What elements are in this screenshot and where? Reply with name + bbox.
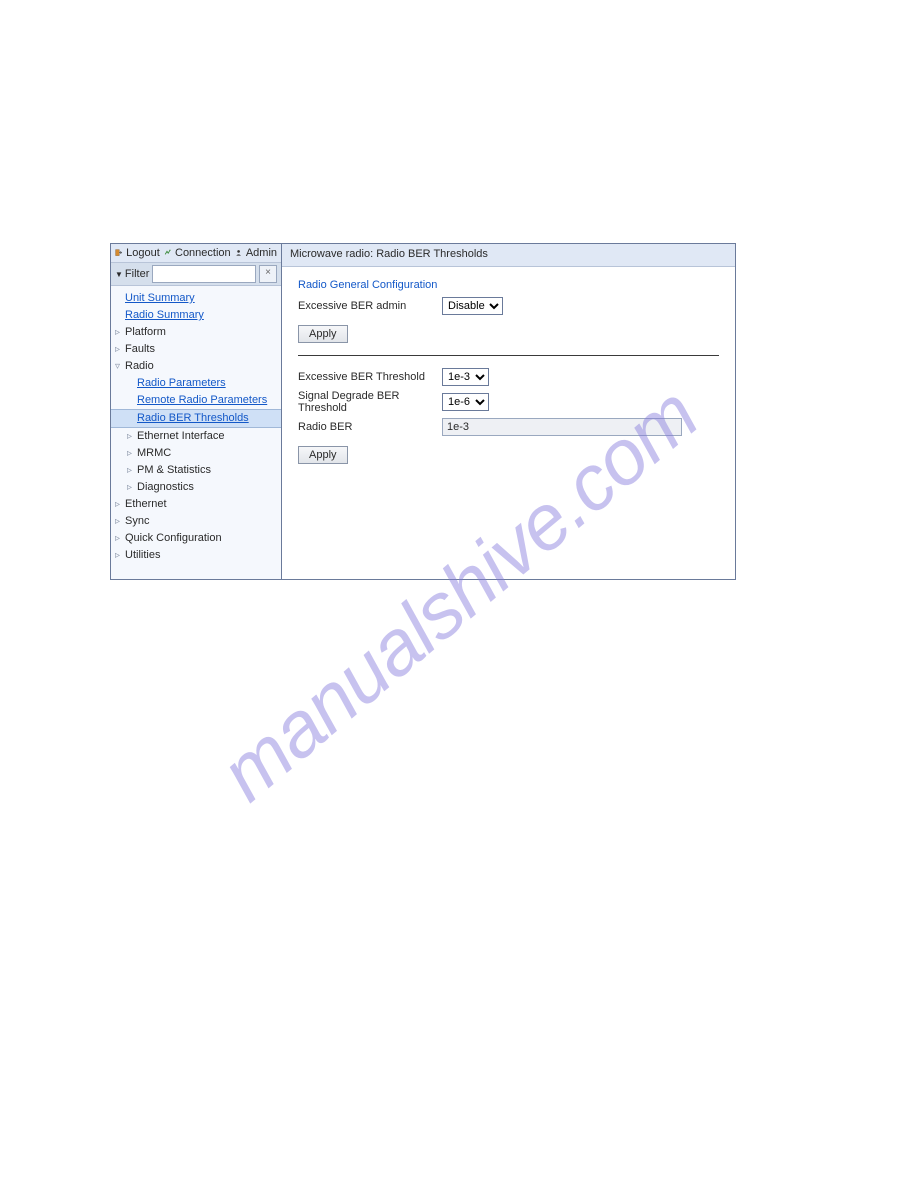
field-radio-ber: 1e-3 <box>442 418 682 436</box>
label-radio-ber: Radio BER <box>298 421 442 433</box>
connection-link[interactable]: Connection <box>175 247 231 259</box>
filter-input[interactable] <box>152 265 256 283</box>
row-excessive-ber-admin: Excessive BER admin Disable <box>298 297 719 315</box>
main-panel: Microwave radio: Radio BER Thresholds Ra… <box>282 244 735 579</box>
app-window: Logout Connection Admin Filter × Unit Su… <box>110 243 736 580</box>
select-excessive-ber-threshold[interactable]: 1e-3 <box>442 368 489 386</box>
filter-clear-button[interactable]: × <box>259 265 277 283</box>
nav-sync[interactable]: Sync <box>111 513 281 530</box>
row-radio-ber: Radio BER 1e-3 <box>298 418 719 436</box>
nav-quick-configuration[interactable]: Quick Configuration <box>111 530 281 547</box>
nav-utilities[interactable]: Utilities <box>111 547 281 564</box>
nav-radio-summary[interactable]: Radio Summary <box>111 307 281 324</box>
select-excessive-ber-admin[interactable]: Disable <box>442 297 503 315</box>
nav-ethernet[interactable]: Ethernet <box>111 496 281 513</box>
nav-mrmc[interactable]: MRMC <box>111 445 281 462</box>
sidebar: Logout Connection Admin Filter × Unit Su… <box>111 244 282 579</box>
nav-pm-statistics[interactable]: PM & Statistics <box>111 462 281 479</box>
logout-link[interactable]: Logout <box>126 247 160 259</box>
form-body: Radio General Configuration Excessive BE… <box>282 267 735 579</box>
row-excessive-ber-threshold: Excessive BER Threshold 1e-3 <box>298 368 719 386</box>
label-excessive-ber-threshold: Excessive BER Threshold <box>298 371 442 383</box>
logout-icon <box>115 247 122 259</box>
section-title: Radio General Configuration <box>298 279 719 291</box>
nav-diagnostics[interactable]: Diagnostics <box>111 479 281 496</box>
apply-button-2[interactable]: Apply <box>298 446 348 464</box>
nav-unit-summary[interactable]: Unit Summary <box>111 290 281 307</box>
label-excessive-ber-admin: Excessive BER admin <box>298 300 442 312</box>
row-signal-degrade-threshold: Signal Degrade BER Threshold 1e-6 <box>298 390 719 414</box>
label-signal-degrade-threshold: Signal Degrade BER Threshold <box>298 390 442 414</box>
select-signal-degrade-threshold[interactable]: 1e-6 <box>442 393 489 411</box>
apply-button-1[interactable]: Apply <box>298 325 348 343</box>
filter-label: Filter <box>115 268 149 280</box>
admin-icon <box>235 247 242 259</box>
nav-remote-radio-parameters[interactable]: Remote Radio Parameters <box>111 392 281 409</box>
nav-platform[interactable]: Platform <box>111 324 281 341</box>
page-title: Microwave radio: Radio BER Thresholds <box>282 244 735 267</box>
connection-icon <box>164 247 171 259</box>
nav-radio-ber-thresholds[interactable]: Radio BER Thresholds <box>111 409 281 428</box>
admin-link[interactable]: Admin <box>246 247 277 259</box>
nav-radio-parameters[interactable]: Radio Parameters <box>111 375 281 392</box>
divider <box>298 355 719 356</box>
nav-ethernet-interface[interactable]: Ethernet Interface <box>111 428 281 445</box>
filter-bar: Filter × <box>111 263 281 286</box>
nav-faults[interactable]: Faults <box>111 341 281 358</box>
nav-tree: Unit Summary Radio Summary Platform Faul… <box>111 286 281 572</box>
nav-radio[interactable]: Radio <box>111 358 281 375</box>
sidebar-toolbar: Logout Connection Admin <box>111 244 281 263</box>
